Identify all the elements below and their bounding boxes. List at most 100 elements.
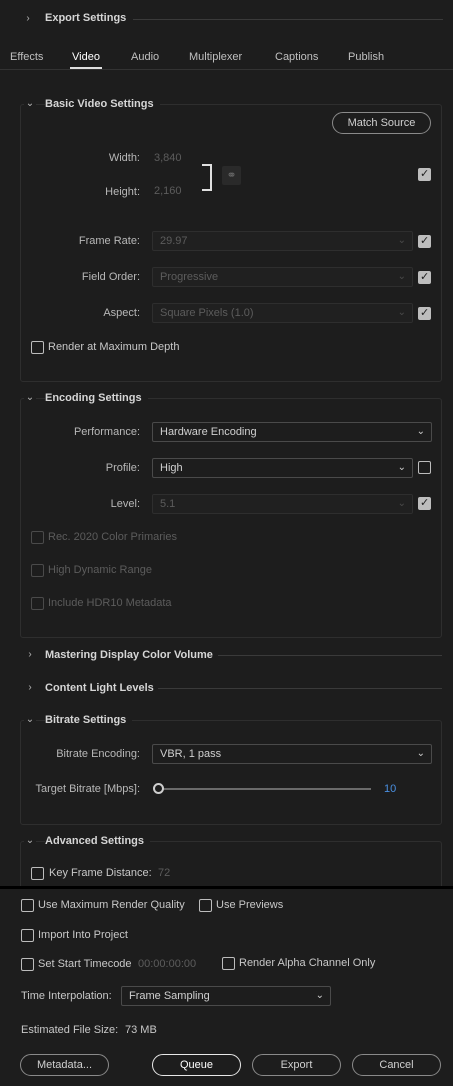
render-alpha-checkbox[interactable]	[222, 957, 235, 970]
chevron-right-icon[interactable]: ›	[22, 13, 34, 25]
chevron-down-icon: ⌄	[416, 426, 425, 437]
tab-video[interactable]: Video	[72, 51, 100, 63]
chevron-down-icon[interactable]: ⌄	[24, 714, 36, 726]
slider-thumb[interactable]	[153, 783, 164, 794]
aspect-checkbox[interactable]	[418, 306, 431, 320]
queue-button[interactable]: Queue	[152, 1054, 241, 1076]
import-into-project-checkbox[interactable]	[21, 929, 34, 942]
profile-select[interactable]: High ⌄	[152, 458, 413, 478]
bitrate-encoding-value: VBR, 1 pass	[160, 748, 222, 760]
export-button[interactable]: Export	[252, 1054, 341, 1076]
chevron-down-icon: ⌄	[397, 271, 406, 282]
target-bitrate-value[interactable]: 10	[384, 783, 396, 795]
target-bitrate-slider[interactable]	[153, 783, 371, 795]
content-light-title[interactable]: Content Light Levels	[45, 682, 154, 694]
chain-link-icon[interactable]: ⚭	[222, 166, 241, 185]
bitrate-panel	[20, 720, 442, 825]
link-bracket	[202, 164, 212, 191]
target-bitrate-label: Target Bitrate [Mbps]:	[35, 783, 140, 795]
est-file-size-label: Estimated File Size:	[21, 1024, 119, 1036]
width-value: 3,840	[154, 152, 182, 164]
frame-rate-select[interactable]: 29.97 ⌄	[152, 231, 413, 251]
cancel-button[interactable]: Cancel	[352, 1054, 441, 1076]
key-frame-checkbox[interactable]	[31, 867, 44, 880]
tab-multiplexer[interactable]: Multiplexer	[189, 51, 242, 63]
chevron-right-icon[interactable]: ›	[24, 682, 36, 694]
bitrate-encoding-select[interactable]: VBR, 1 pass ⌄	[152, 744, 432, 764]
profile-checkbox[interactable]	[418, 461, 431, 474]
profile-label: Profile:	[105, 462, 140, 474]
metadata-button[interactable]: Metadata...	[20, 1054, 109, 1076]
basic-video-title[interactable]: Basic Video Settings	[45, 98, 160, 110]
use-previews-checkbox[interactable]	[199, 899, 212, 912]
time-interp-select[interactable]: Frame Sampling ⌄	[121, 986, 331, 1006]
use-previews-label[interactable]: Use Previews	[216, 899, 283, 911]
max-render-quality-label[interactable]: Use Maximum Render Quality	[38, 899, 185, 911]
divider	[218, 655, 442, 656]
chevron-down-icon[interactable]: ⌄	[24, 392, 36, 404]
hdr-checkbox[interactable]	[31, 564, 44, 577]
key-frame-label[interactable]: Key Frame Distance:	[49, 867, 152, 879]
tab-audio[interactable]: Audio	[131, 51, 159, 63]
width-label: Width:	[108, 152, 140, 164]
chevron-down-icon: ⌄	[397, 235, 406, 246]
chevron-down-icon: ⌄	[416, 748, 425, 759]
level-label: Level:	[110, 498, 140, 510]
frame-rate-value: 29.97	[160, 235, 188, 247]
divider	[158, 688, 442, 689]
performance-label: Performance:	[73, 426, 140, 438]
mastering-title[interactable]: Mastering Display Color Volume	[45, 649, 213, 661]
performance-value: Hardware Encoding	[160, 426, 257, 438]
field-order-value: Progressive	[160, 271, 219, 283]
level-select[interactable]: 5.1 ⌄	[152, 494, 413, 514]
tab-captions[interactable]: Captions	[275, 51, 318, 63]
level-checkbox[interactable]	[418, 496, 431, 510]
height-label: Height:	[105, 186, 140, 198]
match-source-button[interactable]: Match Source	[332, 112, 431, 134]
tab-publish[interactable]: Publish	[348, 51, 384, 63]
divider	[133, 19, 443, 20]
height-value: 2,160	[154, 185, 182, 197]
tabs-divider	[0, 69, 453, 70]
slider-track	[157, 788, 371, 790]
aspect-label: Aspect:	[103, 307, 140, 319]
est-file-size-value: 73 MB	[125, 1024, 157, 1036]
field-order-label: Field Order:	[81, 271, 140, 283]
bitrate-title[interactable]: Bitrate Settings	[45, 714, 133, 726]
key-frame-value: 72	[158, 867, 171, 879]
field-order-checkbox[interactable]	[418, 270, 431, 284]
set-start-timecode-label[interactable]: Set Start Timecode	[38, 958, 132, 970]
chevron-down-icon[interactable]: ⌄	[24, 835, 36, 847]
frame-rate-label: Frame Rate:	[78, 235, 140, 247]
advanced-title[interactable]: Advanced Settings	[45, 835, 151, 847]
import-into-project-label[interactable]: Import Into Project	[38, 929, 128, 941]
profile-value: High	[160, 462, 183, 474]
chevron-down-icon: ⌄	[397, 462, 406, 473]
export-settings-title[interactable]: Export Settings	[45, 12, 126, 24]
hdr-label[interactable]: High Dynamic Range	[48, 564, 152, 576]
bitrate-encoding-label: Bitrate Encoding:	[56, 748, 140, 760]
chevron-down-icon: ⌄	[397, 498, 406, 509]
performance-select[interactable]: Hardware Encoding ⌄	[152, 422, 432, 442]
set-start-timecode-checkbox[interactable]	[21, 958, 34, 971]
lock-dimensions-checkbox[interactable]	[418, 167, 431, 181]
frame-rate-checkbox[interactable]	[418, 234, 431, 248]
hdr10-checkbox[interactable]	[31, 597, 44, 610]
chevron-down-icon: ⌄	[397, 307, 406, 318]
render-max-depth-checkbox[interactable]	[31, 341, 44, 354]
render-alpha-label[interactable]: Render Alpha Channel Only	[239, 957, 375, 969]
render-max-depth-label[interactable]: Render at Maximum Depth	[48, 341, 179, 353]
chevron-down-icon[interactable]: ⌄	[24, 98, 36, 110]
encoding-title[interactable]: Encoding Settings	[45, 392, 148, 404]
timecode-value: 00:00:00:00	[138, 958, 197, 970]
hdr10-label[interactable]: Include HDR10 Metadata	[48, 597, 172, 609]
rec2020-label[interactable]: Rec. 2020 Color Primaries	[48, 531, 177, 543]
tab-effects[interactable]: Effects	[10, 51, 43, 63]
rec2020-checkbox[interactable]	[31, 531, 44, 544]
max-render-quality-checkbox[interactable]	[21, 899, 34, 912]
aspect-select[interactable]: Square Pixels (1.0) ⌄	[152, 303, 413, 323]
field-order-select[interactable]: Progressive ⌄	[152, 267, 413, 287]
chevron-down-icon: ⌄	[315, 990, 324, 1001]
level-value: 5.1	[160, 498, 176, 510]
chevron-right-icon[interactable]: ›	[24, 649, 36, 661]
